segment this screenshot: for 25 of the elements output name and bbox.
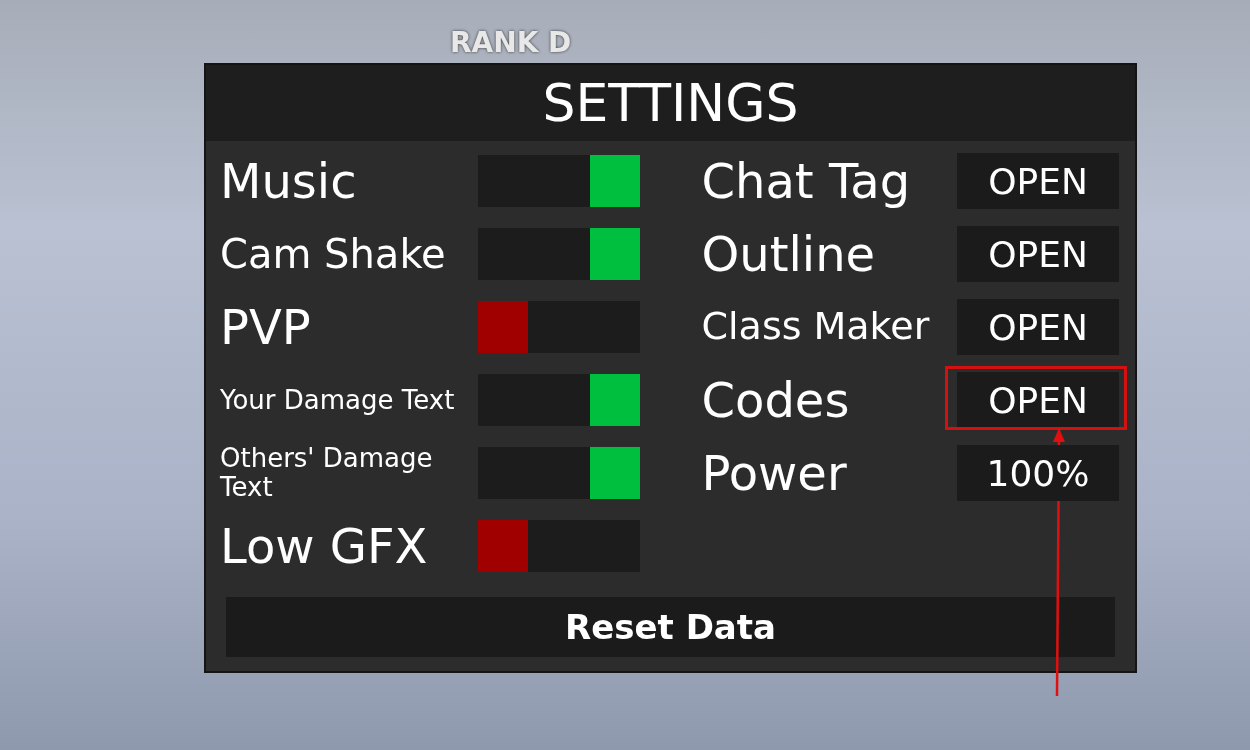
option-button[interactable]: OPEN [957,372,1119,428]
toggle-switch[interactable] [477,155,640,207]
option-button[interactable]: 100% [957,445,1119,501]
setting-label: Outline [701,227,876,281]
reset-data-button[interactable]: Reset Data [226,597,1115,657]
toggle-switch[interactable] [477,374,640,426]
setting-label: Codes [701,373,850,427]
setting-label: PVP [220,300,311,354]
setting-label: Class Maker [701,306,930,348]
setting-label: Chat Tag [701,154,911,208]
setting-label: Music [220,154,357,208]
option-button[interactable]: OPEN [957,153,1119,209]
rank-label: RANK D [450,26,572,59]
toggle-switch[interactable] [477,520,640,572]
toggle-switch[interactable] [477,301,640,353]
setting-label: Others' Damage Text [220,444,434,502]
setting-label: Low GFX [220,519,428,573]
toggle-switch[interactable] [477,228,640,280]
setting-label: Your Damage Text [220,385,455,415]
toggle-switch[interactable] [477,447,640,499]
option-button[interactable]: OPEN [957,299,1119,355]
settings-title: SETTINGS [206,65,1135,141]
setting-label: Cam Shake [220,232,446,276]
option-button[interactable]: OPEN [957,226,1119,282]
setting-label: Power [701,446,847,500]
